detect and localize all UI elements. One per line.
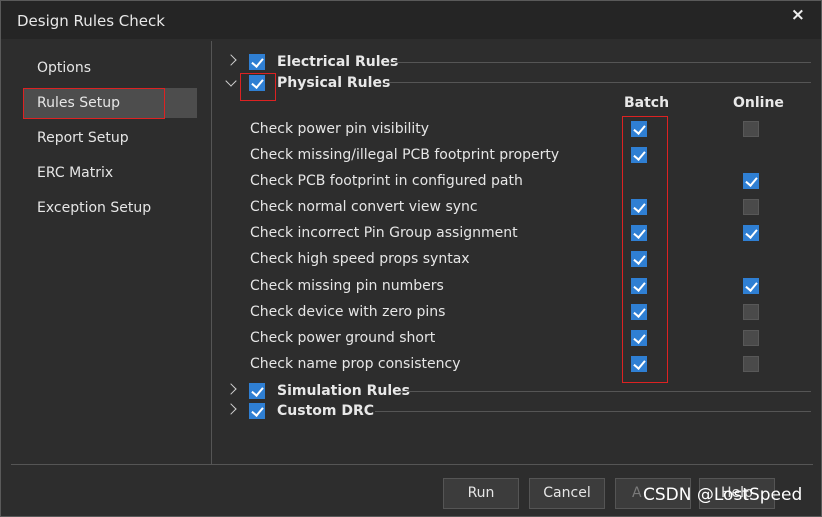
highlight-box-rules-setup bbox=[23, 88, 165, 119]
design-rules-check-dialog: Design Rules Check × Options Rules Setup… bbox=[0, 0, 822, 517]
simulation-rules-checkbox[interactable] bbox=[249, 383, 265, 399]
close-icon[interactable]: × bbox=[791, 5, 805, 25]
online-checkbox-missing-pin-numbers[interactable] bbox=[743, 278, 759, 294]
divider bbox=[389, 62, 811, 63]
chevron-right-icon[interactable] bbox=[225, 403, 237, 415]
rule-label-name-prop-consistency: Check name prop consistency bbox=[250, 356, 461, 372]
sidebar-item-erc-matrix[interactable]: ERC Matrix bbox=[23, 158, 197, 188]
run-button[interactable]: Run bbox=[443, 478, 519, 509]
online-checkbox-convert-view-sync[interactable] bbox=[743, 199, 759, 215]
section-electrical-rules: Electrical Rules bbox=[277, 54, 399, 70]
online-checkbox-pcb-footprint-path[interactable] bbox=[743, 173, 759, 189]
electrical-rules-checkbox[interactable] bbox=[249, 54, 265, 70]
sidebar-item-report-setup[interactable]: Report Setup bbox=[23, 123, 197, 153]
section-simulation-rules: Simulation Rules bbox=[277, 383, 411, 399]
chevron-right-icon[interactable] bbox=[225, 54, 237, 66]
rule-label-high-speed-props: Check high speed props syntax bbox=[250, 251, 470, 267]
rule-label-power-ground-short: Check power ground short bbox=[250, 330, 436, 346]
rule-label-pin-group-assignment: Check incorrect Pin Group assignment bbox=[250, 225, 518, 241]
online-checkbox-name-prop-consistency[interactable] bbox=[743, 356, 759, 372]
section-physical-rules: Physical Rules bbox=[277, 75, 391, 91]
rule-label-pcb-footprint-path: Check PCB footprint in configured path bbox=[250, 173, 523, 189]
chevron-right-icon[interactable] bbox=[225, 383, 237, 395]
divider bbox=[385, 82, 811, 83]
title-bar: Design Rules Check × bbox=[1, 1, 821, 39]
cancel-button[interactable]: Cancel bbox=[529, 478, 605, 509]
watermark: CSDN @LostSpeed bbox=[643, 485, 803, 505]
rule-label-power-pin-visibility: Check power pin visibility bbox=[250, 121, 430, 137]
footer-divider bbox=[11, 464, 813, 465]
divider bbox=[399, 391, 811, 392]
online-checkbox-power-ground-short[interactable] bbox=[743, 330, 759, 346]
column-header-batch: Batch bbox=[624, 95, 670, 111]
online-checkbox-power-pin-visibility[interactable] bbox=[743, 121, 759, 137]
sidebar-item-exception-setup[interactable]: Exception Setup bbox=[23, 193, 197, 223]
online-checkbox-zero-pins[interactable] bbox=[743, 304, 759, 320]
rule-label-zero-pins: Check device with zero pins bbox=[250, 304, 446, 320]
rule-label-missing-pin-numbers: Check missing pin numbers bbox=[250, 278, 444, 294]
column-header-online: Online bbox=[733, 95, 784, 111]
section-custom-drc: Custom DRC bbox=[277, 403, 375, 419]
window-title: Design Rules Check bbox=[17, 12, 165, 30]
rule-label-missing-pcb-footprint: Check missing/illegal PCB footprint prop… bbox=[250, 147, 560, 163]
highlight-box-batch-column bbox=[622, 116, 668, 383]
custom-drc-checkbox[interactable] bbox=[249, 403, 265, 419]
rules-panel: Electrical Rules Physical Rules Batch On… bbox=[213, 41, 813, 465]
rule-label-convert-view-sync: Check normal convert view sync bbox=[250, 199, 478, 215]
divider bbox=[375, 411, 811, 412]
online-checkbox-pin-group-assignment[interactable] bbox=[743, 225, 759, 241]
chevron-down-icon[interactable] bbox=[225, 75, 237, 87]
highlight-box-physical-rules bbox=[240, 73, 276, 101]
sidebar-item-options[interactable]: Options bbox=[23, 53, 197, 83]
